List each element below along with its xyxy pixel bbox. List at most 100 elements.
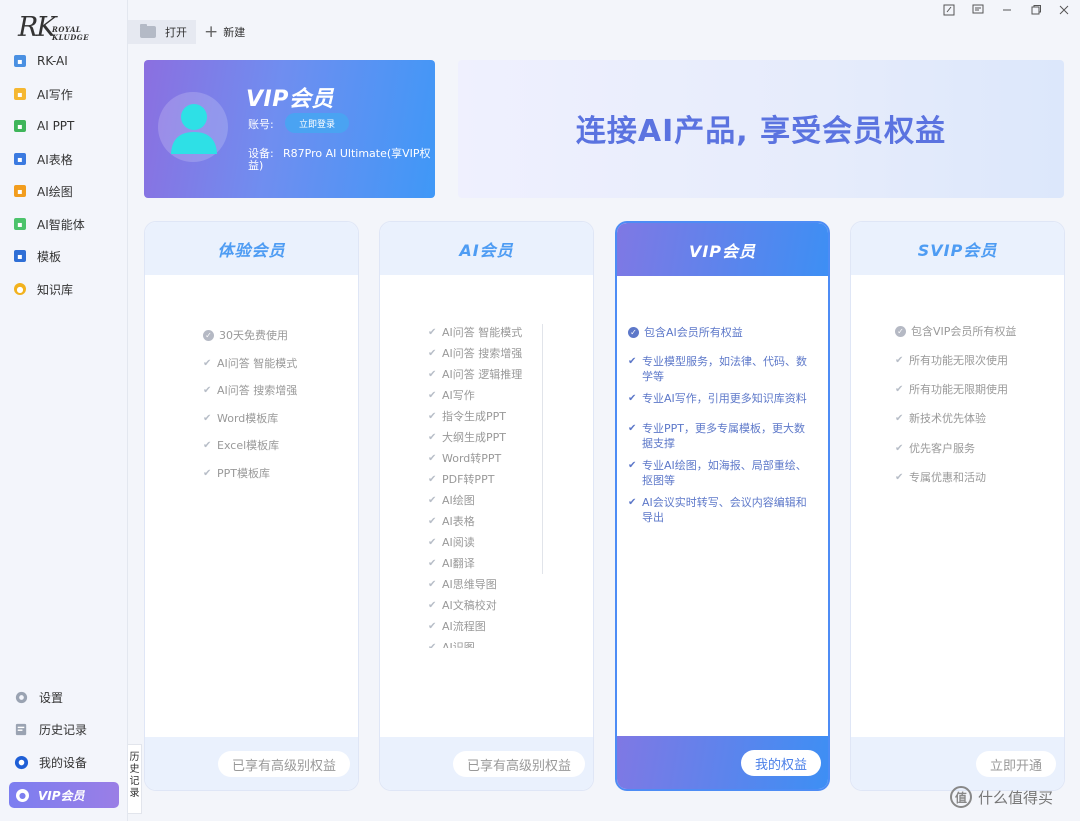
sidebar-item-label: 模板 <box>37 249 62 264</box>
check-icon: ✔ <box>895 413 904 424</box>
feature-item: ✔ 专业PPT，更多专属模板，更大数 据支撑 <box>628 422 805 450</box>
plan-card-trial: 体验会员 ✓ 30天免费使用 ✔ AI问答 智能模式 ✔ AI问答 搜索增强 ✔ Wor… <box>144 221 359 791</box>
feature-item: ✔ AI识图 <box>428 640 475 648</box>
writing-icon: ▪ <box>14 88 26 100</box>
plan-card-vip: VIP会员 ✓ 包含AI会员所有权益 ✔ 专业模型服务，如法律、代码、数 学等 ✔ 专业… <box>615 221 830 791</box>
vip-nav-label: VIP会员 <box>38 788 85 803</box>
sidebar-item-ai-ppt[interactable]: ▪ AI PPT <box>14 115 118 137</box>
logo-mark: RK <box>18 12 56 43</box>
feature-item: ✔ AI问答 搜索增强 <box>428 347 523 360</box>
sidebar-item-label: AI表格 <box>37 152 73 167</box>
feature-item: ✔ 指令生成PPT <box>428 410 506 423</box>
feature-item: ✔ 专属优惠和活动 <box>895 471 986 484</box>
sidebar: RK ROYAL KLUDGE ▪ RK-AI ▪ AI写作 ▪ AI PPT ▪… <box>0 0 128 821</box>
feature-list-scrollbar[interactable] <box>542 324 543 574</box>
check-circle-icon: ✓ <box>895 326 906 337</box>
check-icon: ✔ <box>628 393 637 404</box>
minimize-icon[interactable] <box>999 2 1015 18</box>
check-icon: ✔ <box>203 358 212 369</box>
account-label: 账号: <box>248 118 274 131</box>
sidebar-item-template[interactable]: ▪ 模板 <box>14 245 118 267</box>
watermark: 值 什么值得买 <box>950 786 1053 808</box>
template-icon: ▪ <box>14 250 26 262</box>
my-devices-label: 我的设备 <box>39 755 88 770</box>
feature-item: ✔ AI问答 智能模式 <box>203 357 298 370</box>
my-devices-button[interactable]: 我的设备 <box>14 750 118 774</box>
device-value: R87Pro AI Ultimate(享VIP权 <box>283 147 431 160</box>
plan-title: SVIP会员 <box>851 222 1064 275</box>
feature-item: ✔ 新技术优先体验 <box>895 412 986 425</box>
toolbar: 打开 + 新建 <box>128 20 1080 44</box>
check-icon: ✔ <box>203 440 212 451</box>
sidebar-item-ai-table[interactable]: ▪ AI表格 <box>14 148 118 170</box>
plus-icon: + <box>204 21 219 42</box>
feedback-icon[interactable] <box>970 2 986 18</box>
maximize-icon[interactable] <box>1028 2 1044 18</box>
folder-icon <box>140 24 156 38</box>
feature-item: ✔ AI思维导图 <box>428 578 497 591</box>
plan-card-svip: SVIP会员 ✓ 包含VIP会员所有权益 ✔ 所有功能无限次使用 ✔ 所有功能无限期使… <box>850 221 1065 791</box>
open-label: 打开 <box>165 26 187 39</box>
sidebar-item-vip[interactable]: ● VIP会员 <box>9 782 119 808</box>
gear-icon <box>14 690 29 705</box>
feature-item: ✔ PPT模板库 <box>203 467 270 480</box>
sidebar-item-rk-ai[interactable]: ▪ RK-AI <box>14 50 118 72</box>
check-icon: ✔ <box>428 642 437 648</box>
history-icon <box>14 722 29 737</box>
feature-item: ✓ 包含VIP会员所有权益 <box>895 324 1016 339</box>
plan-footer: 立即开通 <box>851 737 1064 790</box>
plan-action-button[interactable]: 已享有高级别权益 <box>218 751 350 777</box>
activate-now-button[interactable]: 立即开通 <box>976 751 1056 777</box>
watermark-text: 什么值得买 <box>978 788 1054 807</box>
sidebar-item-ai-drawing[interactable]: ▪ AI绘图 <box>14 180 118 202</box>
plan-title: 体验会员 <box>145 222 358 275</box>
new-button[interactable]: + 新建 <box>204 20 245 44</box>
plan-action-button[interactable]: 已享有高级别权益 <box>453 751 585 777</box>
sidebar-item-label: AI PPT <box>37 119 75 133</box>
check-icon: ✔ <box>895 472 904 483</box>
settings-button[interactable]: 设置 <box>14 685 118 709</box>
check-icon: ✔ <box>428 327 437 338</box>
history-label: 历史记录 <box>39 722 88 737</box>
drawing-icon: ▪ <box>14 185 26 197</box>
check-icon: ✔ <box>428 474 437 485</box>
check-icon: ✔ <box>428 537 437 548</box>
plan-title: VIP会员 <box>617 223 828 276</box>
feature-item: ✔ AI流程图 <box>428 620 486 633</box>
settings-label: 设置 <box>39 690 64 705</box>
history-button[interactable]: 历史记录 <box>14 717 118 741</box>
check-icon: ✔ <box>428 516 437 527</box>
plan-card-ai: AI会员 ✔ AI问答 智能模式 ✔ AI问答 搜索增强 ✔ AI问答 逻辑推理 ✔ A… <box>379 221 594 791</box>
promo-slogan: 连接AI产品, 享受会员权益 <box>575 114 947 149</box>
history-side-tab[interactable]: 历 史 记 录 <box>128 744 142 814</box>
check-icon: ✔ <box>628 460 637 471</box>
login-button[interactable]: 立即登录 <box>285 113 349 133</box>
sidebar-item-ai-agent[interactable]: ▪ AI智能体 <box>14 213 118 235</box>
feature-item: ✓ 30天免费使用 <box>203 328 288 343</box>
plan-footer: 已享有高级别权益 <box>145 737 358 790</box>
check-icon: ✔ <box>428 600 437 611</box>
close-icon[interactable] <box>1056 2 1072 18</box>
check-icon: ✔ <box>628 356 637 367</box>
table-icon: ▪ <box>14 153 26 165</box>
open-button[interactable]: 打开 <box>128 20 196 44</box>
plan-footer: 已享有高级别权益 <box>380 737 593 790</box>
check-icon: ✔ <box>203 468 212 479</box>
check-icon: ✔ <box>203 385 212 396</box>
vip-account-card: VIP会员 账号: 立即登录 设备: R87Pro AI Ultimate(享V… <box>144 60 435 198</box>
check-icon: ✔ <box>428 558 437 569</box>
sidebar-item-knowledge[interactable]: ● 知识库 <box>14 278 118 300</box>
check-icon: ✔ <box>895 443 904 454</box>
my-benefits-button[interactable]: 我的权益 <box>741 750 821 776</box>
rk-ai-icon: ▪ <box>14 55 26 67</box>
promo-banner: 连接AI产品, 享受会员权益 <box>458 60 1064 198</box>
sidebar-item-label: AI智能体 <box>37 217 85 232</box>
check-icon: ✔ <box>428 495 437 506</box>
edit-icon[interactable] <box>941 2 957 18</box>
sidebar-item-ai-writing[interactable]: ▪ AI写作 <box>14 83 118 105</box>
feature-item: ✔ 专业模型服务，如法律、代码、数 学等 <box>628 355 807 383</box>
feature-item: ✔ AI绘图 <box>428 494 475 507</box>
check-icon: ✔ <box>428 411 437 422</box>
feature-item: ✔ AI问答 搜索增强 <box>203 384 298 397</box>
user-icon: ● <box>16 788 29 802</box>
